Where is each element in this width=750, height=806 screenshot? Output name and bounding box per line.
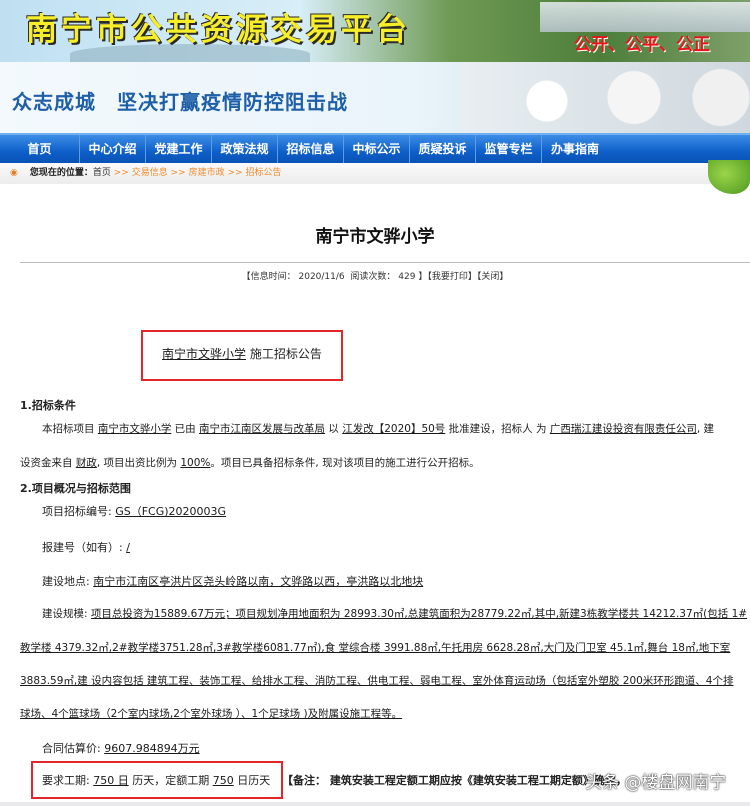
print-link[interactable]: 【我要打印】 [427, 272, 477, 282]
breadcrumb-sep: >> [170, 168, 186, 178]
text-segment: GS（FCG)2020003G [115, 505, 227, 518]
breadcrumb-notice[interactable]: 招标公告 [245, 168, 281, 178]
leaf-decoration [708, 160, 750, 194]
site-slogan: 公开、公平、公正 [574, 35, 710, 55]
text-segment: , 建 [696, 423, 715, 435]
nav-tender-info[interactable]: 招标信息 [278, 135, 344, 163]
breadcrumb: ◉ 您现在的位置：首页 >> 交易信息 >> 房建市政 >> 招标公告 [0, 163, 750, 184]
construction-site: 建设地点: 南宁市江南区亭洪片区尧头岭路以南，文骅路以西，亭洪路以北地块 [42, 573, 423, 589]
period-note: 【备注： 建筑安装工程定额工期应按《建筑安装工程工期定额》确定， [282, 774, 627, 787]
nav-policy[interactable]: 政策法规 [212, 135, 278, 163]
text-segment: 合同估算价: [42, 742, 105, 755]
campaign-banner: 众志成城 坚决打赢疫情防控阻击战 [0, 62, 750, 133]
breadcrumb-home[interactable]: 首页 [93, 168, 111, 178]
breadcrumb-sep: >> [227, 168, 243, 178]
text-segment: 9607.984894万元 [104, 742, 200, 755]
read-count: 429 [398, 272, 416, 282]
text-segment: 设资金来自 [20, 457, 76, 469]
text-segment: 750 日 [93, 774, 129, 787]
project-code: 项目招标编号: GS（FCG)2020003G [42, 503, 226, 519]
text-segment: 750 [212, 774, 234, 787]
text-segment: 南宁市江南区发展与改革局 [199, 423, 326, 435]
site-banner: 南宁市公共资源交易平台 公开、公平、公正 [0, 0, 750, 62]
publish-time: 2020/11/6 [298, 272, 345, 282]
reads-label: 阅读次数： [350, 272, 396, 282]
s1-paragraph-line2: 设资金来自 财政, 项目出资比例为 100%。项目已具备招标条件, 现对该项目的… [20, 455, 480, 470]
text-segment: 建设规模: [42, 608, 91, 620]
s1-paragraph-line1: 本招标项目 南宁市文骅小学 已由 南宁市江南区发展与改革局 以 江发改【2020… [42, 421, 714, 436]
notice-suffix: 施工招标公告 [246, 347, 322, 361]
breadcrumb-sep: >> [113, 168, 129, 178]
nav-party[interactable]: 党建工作 [146, 135, 212, 163]
construction-period: 要求工期: 750 日 历天，定额工期 750 日历天 [42, 772, 270, 788]
nav-about[interactable]: 中心介绍 [80, 135, 146, 163]
nav-award[interactable]: 中标公示 [344, 135, 410, 163]
text-segment: 项目总投资为15889.67万元；项目规划净用地面积为 28993.30㎡,总建… [90, 608, 748, 620]
text-segment: 已由 [171, 423, 200, 435]
time-label: 【信息时间： [241, 272, 296, 282]
nav-home[interactable]: 首页 [0, 135, 80, 163]
text-segment: 历天，定额工期 [128, 774, 213, 787]
main-nav: 首页 中心介绍 党建工作 政策法规 招标信息 中标公示 质疑投诉 监管专栏 办事… [0, 133, 750, 163]
text-segment: 批准建设，招标人 为 [445, 423, 550, 435]
scale-line3: 3883.59㎡,建 设内容包括 建筑工程、装饰工程、给排水工程、消防工程、供电… [20, 675, 734, 687]
nav-supervision[interactable]: 监管专栏 [476, 135, 542, 163]
banner-image [460, 62, 750, 133]
text-segment: 日历天 [233, 774, 271, 787]
text-segment: 财政 [75, 457, 97, 469]
campaign-slogan: 众志成城 坚决打赢疫情防控阻击战 [12, 90, 348, 114]
watermark: 头条 @楼盘网南宁 [585, 773, 727, 793]
text-segment: 要求工期: [42, 774, 94, 787]
notice-title: 南宁市文骅小学 施工招标公告 [162, 345, 322, 362]
breadcrumb-trade[interactable]: 交易信息 [132, 168, 168, 178]
section-2-heading: 2.项目概况与招标范围 [20, 482, 131, 495]
banner-building [540, 2, 750, 32]
text-segment: 广西瑞江建设投资有限责任公司 [549, 423, 697, 435]
breadcrumb-label: 您现在的位置： [29, 168, 93, 178]
text-segment: 以 [325, 423, 343, 435]
close-link[interactable]: 【关闭】 [477, 272, 509, 282]
text-segment: 南宁市江南区亭洪片区尧头岭路以南，文骅路以西，亭洪路以北地块 [93, 575, 424, 588]
text-segment: 项目招标编号: [42, 505, 116, 518]
text-segment: , 项目出资比例为 [96, 457, 181, 469]
divider [20, 262, 750, 263]
scale-line1: 建设规模: 项目总投资为15889.67万元；项目规划净用地面积为 28993.… [42, 606, 747, 621]
permit-number: 报建号（如有）: / [42, 539, 130, 555]
page-title: 南宁市文骅小学 [315, 227, 435, 247]
nav-complaint[interactable]: 质疑投诉 [410, 135, 476, 163]
notice-project: 南宁市文骅小学 [162, 347, 247, 361]
section-1-heading: 1.招标条件 [20, 399, 76, 412]
meta-bracket: 】 [418, 272, 428, 282]
site-title: 南宁市公共资源交易平台 [26, 12, 411, 48]
bottom-bar [0, 802, 750, 806]
scale-line2: 教学楼 4379.32㎡,2#教学楼3751.28㎡,3#教学楼6081.77㎡… [20, 642, 731, 654]
text-segment: 报建号（如有）: [42, 541, 127, 554]
text-segment: 。项目已具备招标条件, 现对该项目的施工进行公开招标。 [210, 457, 480, 469]
text-segment: 建设地点: [42, 575, 94, 588]
breadcrumb-construction[interactable]: 房建市政 [189, 168, 225, 178]
text-segment: 100% [180, 457, 211, 469]
text-segment: / [126, 541, 130, 554]
bullet-icon: ◉ [10, 168, 18, 178]
nav-guide[interactable]: 办事指南 [542, 135, 608, 163]
scale-line4: 球场、4个篮球场（2个室内球场,2个室外球场 ）、1个足球场 )及附属设施工程等… [20, 708, 403, 720]
text-segment: 南宁市文骅小学 [97, 423, 172, 435]
contract-price: 合同估算价: 9607.984894万元 [42, 740, 200, 756]
text-segment: 江发改【2020】50号 [342, 423, 446, 435]
article-meta: 【信息时间： 2020/11/6 阅读次数： 429 】【我要打印】【关闭】 [0, 269, 750, 282]
text-segment: 本招标项目 [42, 423, 98, 435]
